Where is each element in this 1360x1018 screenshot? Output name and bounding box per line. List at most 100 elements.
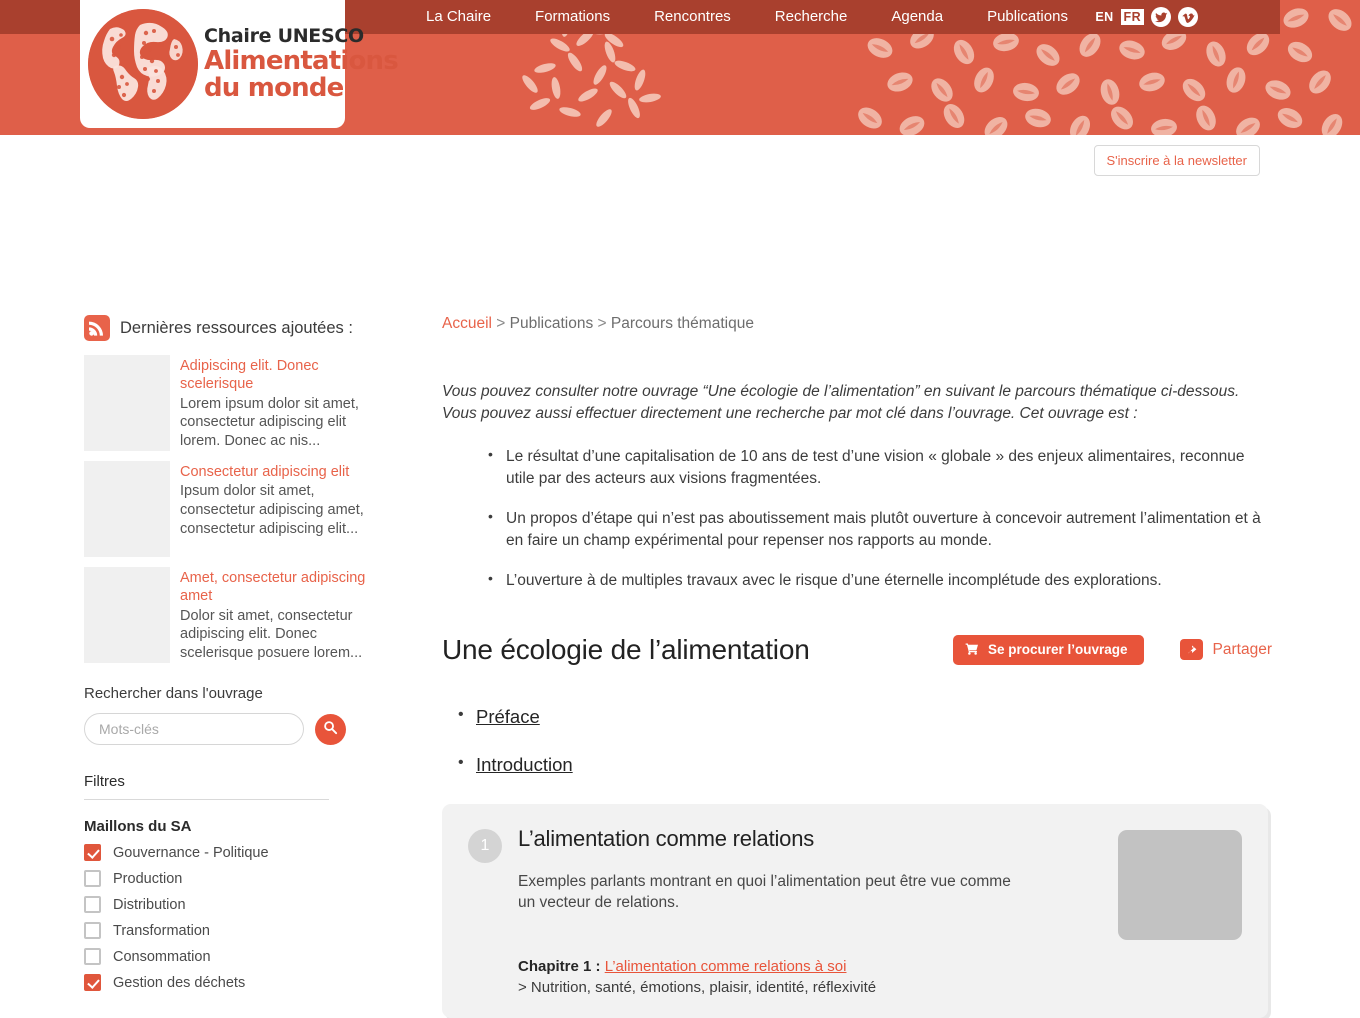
search-input[interactable]: [84, 713, 304, 746]
filter-label: Gestion des déchets: [113, 974, 246, 991]
language-toggle-en[interactable]: EN: [1095, 11, 1113, 24]
site-header: La Chaire Formations Rencontres Recherch…: [0, 0, 1360, 135]
filter-group-title: Maillons du SA: [84, 818, 192, 836]
chapter-number-badge: 1: [468, 828, 502, 863]
intro-bullet-item: Un propos d’étape qui n’est pas aboutiss…: [488, 507, 1272, 552]
resource-body: Consectetur adipiscing elit Ipsum dolor …: [180, 461, 380, 557]
buy-book-label: Se procurer l’ouvrage: [987, 642, 1128, 658]
twitter-icon[interactable]: [1151, 7, 1171, 27]
breadcrumb-item-publications[interactable]: Publications: [510, 315, 594, 332]
intro-bullet-item: Le résultat d’une capitalisation de 10 a…: [488, 445, 1272, 490]
search-icon: [322, 719, 339, 739]
latest-resources-header: Dernières ressources ajoutées :: [84, 315, 380, 341]
chapter-card[interactable]: 1 L’alimentation comme relations Exemple…: [442, 803, 1268, 1018]
toc-item-preface: Préface: [458, 706, 1272, 728]
chapter-title: L’alimentation comme relations: [518, 825, 815, 851]
filter-label: Distribution: [113, 896, 186, 913]
filter-label: Consommation: [113, 948, 211, 965]
nav-item-list: La Chaire Formations Rencontres Recherch…: [404, 0, 1090, 34]
breadcrumb-item-parcours-thematique: Parcours thématique: [610, 315, 754, 332]
toc-link[interactable]: Introduction: [476, 754, 573, 775]
checkbox-icon[interactable]: [84, 948, 101, 966]
checkbox-icon[interactable]: [84, 896, 101, 914]
resource-body: Adipiscing elit. Donec scelerisque Lorem…: [180, 355, 380, 451]
filter-checkbox-gouvernance-politique[interactable]: Gouvernance - Politique: [84, 844, 380, 862]
resource-title-link[interactable]: Consectetur adipiscing elit: [180, 463, 380, 481]
globe-logo-icon: [88, 9, 198, 119]
share-button[interactable]: Partager: [1179, 639, 1272, 661]
chapter-entry: Chapitre 1 : L’alimentation comme relati…: [518, 956, 1098, 999]
chapter-card-header: 1 L’alimentation comme relations: [468, 826, 1098, 863]
sidebar: Dernières ressources ajoutées : Adipisci…: [84, 315, 380, 992]
logo-line-2: Alimentations: [204, 46, 399, 76]
logo-line-3: du monde: [204, 73, 344, 103]
logo-line-1: Chaire UNESCO: [204, 25, 364, 47]
checkbox-icon[interactable]: [84, 844, 101, 862]
resource-title-link[interactable]: Amet, consectetur adipiscing amet: [180, 569, 380, 606]
list-item[interactable]: Amet, consectetur adipiscing amet Dolor …: [84, 567, 380, 664]
intro-paragraph: Vous pouvez consulter notre ouvrage “Une…: [442, 383, 1240, 423]
resource-title-link[interactable]: Adipiscing elit. Donec scelerisque: [180, 357, 380, 394]
search-label: Rechercher dans l'ouvrage: [84, 685, 263, 703]
checkbox-icon[interactable]: [84, 974, 101, 992]
nav-item-publications[interactable]: Publications: [965, 0, 1090, 34]
latest-resources-title: Dernières ressources ajoutées :: [120, 318, 353, 337]
nav-item-recherche[interactable]: Recherche: [753, 0, 870, 34]
site-logo[interactable]: Chaire UNESCO Alimentations du monde: [80, 0, 399, 128]
search-button[interactable]: [315, 713, 346, 745]
resource-description: Dolor sit amet, consectetur adipiscing e…: [180, 607, 363, 662]
resource-description: Ipsum dolor sit amet, consectetur adipis…: [180, 483, 364, 538]
filter-checkbox-gestion-des-dechets[interactable]: Gestion des déchets: [84, 974, 380, 992]
page-title: Une écologie de l’alimentation: [442, 633, 810, 665]
chapter-entry-link[interactable]: L’alimentation comme relations à soi: [605, 958, 847, 975]
toc-item-introduction: Introduction: [458, 754, 1272, 776]
breadcrumb-separator: >: [496, 315, 506, 332]
table-of-contents: Préface Introduction: [442, 706, 1272, 776]
share-icon: [1179, 639, 1203, 661]
filter-checkbox-transformation[interactable]: Transformation: [84, 922, 380, 940]
buy-book-button[interactable]: Se procurer l’ouvrage: [952, 634, 1144, 665]
breadcrumb-separator: >: [597, 315, 607, 332]
intro-bullet-item: L’ouverture à de multiples travaux avec …: [488, 569, 1272, 592]
filter-label: Gouvernance - Politique: [113, 844, 269, 861]
main-content: Accueil > Publications > Parcours thémat…: [442, 315, 1272, 1018]
checkbox-icon[interactable]: [84, 922, 101, 940]
language-toggle-fr[interactable]: FR: [1120, 8, 1144, 26]
nav-item-la-chaire[interactable]: La Chaire: [404, 0, 513, 34]
chapter-description: Exemples parlants montrant en quoi l’ali…: [518, 872, 1011, 912]
chapter-thumbnail: [1118, 829, 1242, 940]
toc-link[interactable]: Préface: [476, 706, 540, 727]
resource-thumbnail: [84, 355, 170, 451]
list-item[interactable]: Consectetur adipiscing elit Ipsum dolor …: [84, 461, 380, 558]
breadcrumb: Accueil > Publications > Parcours thémat…: [442, 315, 1272, 333]
chapter-entry-subtitle: > Nutrition, santé, émotions, plaisir, i…: [518, 978, 877, 996]
resource-thumbnail: [84, 461, 170, 558]
breadcrumb-item-accueil[interactable]: Accueil: [442, 315, 492, 332]
nav-item-formations[interactable]: Formations: [513, 0, 632, 34]
checkbox-icon[interactable]: [84, 870, 101, 888]
filters-title: Filtres: [84, 773, 125, 791]
work-title-row: Une écologie de l’alimentation Se procur…: [442, 634, 1272, 666]
filter-label: Production: [113, 870, 183, 887]
header-utilities: EN FR: [1095, 0, 1198, 34]
logo-wordmark: Chaire UNESCO Alimentations du monde: [198, 25, 399, 103]
filter-checkbox-production[interactable]: Production: [84, 870, 380, 888]
filter-checkbox-consommation[interactable]: Consommation: [84, 948, 380, 966]
resource-body: Amet, consectetur adipiscing amet Dolor …: [180, 567, 380, 663]
vimeo-icon[interactable]: [1178, 7, 1198, 27]
rss-icon[interactable]: [84, 315, 110, 341]
filter-label: Transformation: [113, 922, 210, 939]
filter-checkbox-distribution[interactable]: Distribution: [84, 896, 380, 914]
newsletter-signup-button[interactable]: S'inscrire à la newsletter: [1093, 145, 1260, 176]
filters-divider: [84, 799, 329, 801]
resource-description: Lorem ipsum dolor sit amet, consectetur …: [180, 395, 359, 450]
chapter-card-body: 1 L’alimentation comme relations Exemple…: [468, 826, 1098, 998]
resource-thumbnail: [84, 567, 170, 664]
intro-bullet-list: Le résultat d’une capitalisation de 10 a…: [442, 445, 1272, 592]
list-item[interactable]: Adipiscing elit. Donec scelerisque Lorem…: [84, 355, 380, 451]
nav-item-rencontres[interactable]: Rencontres: [632, 0, 753, 34]
search-row: [84, 713, 380, 746]
nav-item-agenda[interactable]: Agenda: [869, 0, 965, 34]
share-label: Partager: [1212, 640, 1272, 658]
shopping-cart-icon: [965, 641, 980, 659]
